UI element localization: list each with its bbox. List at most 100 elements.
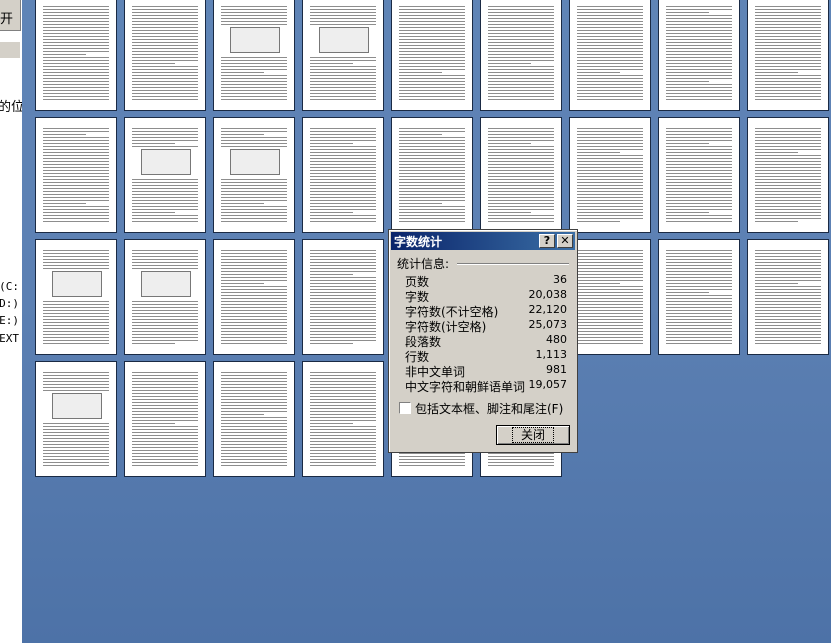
close-button[interactable]: 关闭 (496, 425, 570, 445)
text-line (221, 283, 264, 284)
help-button[interactable]: ? (539, 234, 555, 248)
text-line (221, 9, 287, 10)
text-line (577, 140, 643, 141)
text-line (132, 256, 198, 257)
text-line (577, 334, 643, 335)
stat-row-chars-with-spaces: 字符数(计空格) 25,073 (405, 318, 567, 334)
drive-e-text: E:) (0, 314, 19, 327)
text-line (577, 78, 643, 79)
page-thumbnail[interactable] (302, 117, 384, 233)
text-line (666, 277, 732, 278)
text-line (755, 93, 821, 94)
page-thumbnail[interactable] (213, 0, 295, 111)
page-thumbnail[interactable] (747, 117, 829, 233)
text-line (132, 420, 198, 421)
text-line (310, 375, 376, 376)
text-line (577, 295, 643, 296)
text-line (399, 209, 465, 210)
page-thumbnail[interactable] (302, 239, 384, 355)
text-line (43, 384, 109, 385)
text-line (310, 99, 376, 100)
page-thumbnail[interactable] (124, 0, 206, 111)
page-thumbnail[interactable] (658, 239, 740, 355)
page-thumbnail[interactable] (213, 361, 295, 477)
text-line (666, 298, 732, 299)
close-icon[interactable]: ✕ (557, 234, 573, 248)
text-line (132, 6, 198, 7)
text-line (310, 283, 376, 284)
text-line (221, 6, 287, 7)
text-line (43, 313, 109, 314)
page-thumbnail[interactable] (124, 117, 206, 233)
text-line (221, 304, 287, 305)
text-line (577, 304, 643, 305)
text-line (666, 206, 732, 207)
page-thumbnail[interactable] (213, 117, 295, 233)
text-line (310, 194, 376, 195)
page-thumbnail[interactable] (658, 0, 740, 111)
text-line (43, 57, 109, 58)
text-line (310, 200, 376, 201)
text-line (577, 331, 643, 332)
page-thumbnail[interactable] (658, 117, 740, 233)
text-line (43, 21, 109, 22)
text-line (310, 128, 376, 129)
text-line (310, 414, 376, 415)
include-textboxes-label[interactable]: 包括文本框、脚注和尾注(F) (415, 400, 563, 417)
text-line (666, 292, 709, 293)
text-line (755, 78, 821, 79)
page-thumbnail[interactable] (391, 117, 473, 233)
text-line (488, 66, 554, 67)
text-line (43, 316, 109, 317)
open-tab[interactable]: 开 (0, 0, 21, 31)
page-thumbnail[interactable] (569, 239, 651, 355)
text-line (577, 277, 643, 278)
text-line (221, 78, 287, 79)
text-line (577, 72, 620, 73)
text-line (488, 51, 554, 52)
page-thumbnail[interactable] (391, 0, 473, 111)
page-thumbnail[interactable] (302, 361, 384, 477)
page-thumbnail[interactable] (480, 117, 562, 233)
figure-thumbnail (52, 271, 102, 297)
text-line (755, 271, 821, 272)
text-line (43, 15, 109, 16)
page-thumbnail[interactable] (124, 239, 206, 355)
page-thumbnail[interactable] (35, 0, 117, 111)
page-thumbnail[interactable] (569, 0, 651, 111)
text-line (132, 188, 198, 189)
text-line (755, 209, 821, 210)
ext-text: EXT (0, 332, 19, 345)
text-line (666, 45, 732, 46)
text-line (577, 155, 643, 156)
text-line (43, 322, 109, 323)
text-line (43, 429, 109, 430)
text-line (221, 215, 287, 216)
page-thumbnail[interactable] (302, 0, 384, 111)
page-thumbnail[interactable] (35, 117, 117, 233)
text-line (310, 72, 376, 73)
dialog-titlebar[interactable]: 字数统计 ? ✕ (391, 232, 575, 250)
text-line (577, 152, 620, 153)
include-textboxes-checkbox[interactable] (399, 402, 411, 414)
text-line (43, 435, 109, 436)
text-line (310, 90, 376, 91)
text-line (399, 24, 465, 25)
text-line (221, 316, 287, 317)
text-line (310, 15, 376, 16)
page-thumbnail[interactable] (480, 0, 562, 111)
text-line (43, 185, 109, 186)
text-line (221, 301, 287, 302)
page-thumbnail[interactable] (747, 239, 829, 355)
page-thumbnail[interactable] (35, 239, 117, 355)
page-thumbnail[interactable] (124, 361, 206, 477)
page-thumbnail[interactable] (35, 361, 117, 477)
text-line (577, 179, 643, 180)
text-line (221, 191, 287, 192)
text-line (310, 66, 376, 67)
text-line (399, 18, 465, 19)
page-thumbnail[interactable] (747, 0, 829, 111)
text-line (221, 331, 287, 332)
page-thumbnail[interactable] (569, 117, 651, 233)
page-thumbnail[interactable] (213, 239, 295, 355)
